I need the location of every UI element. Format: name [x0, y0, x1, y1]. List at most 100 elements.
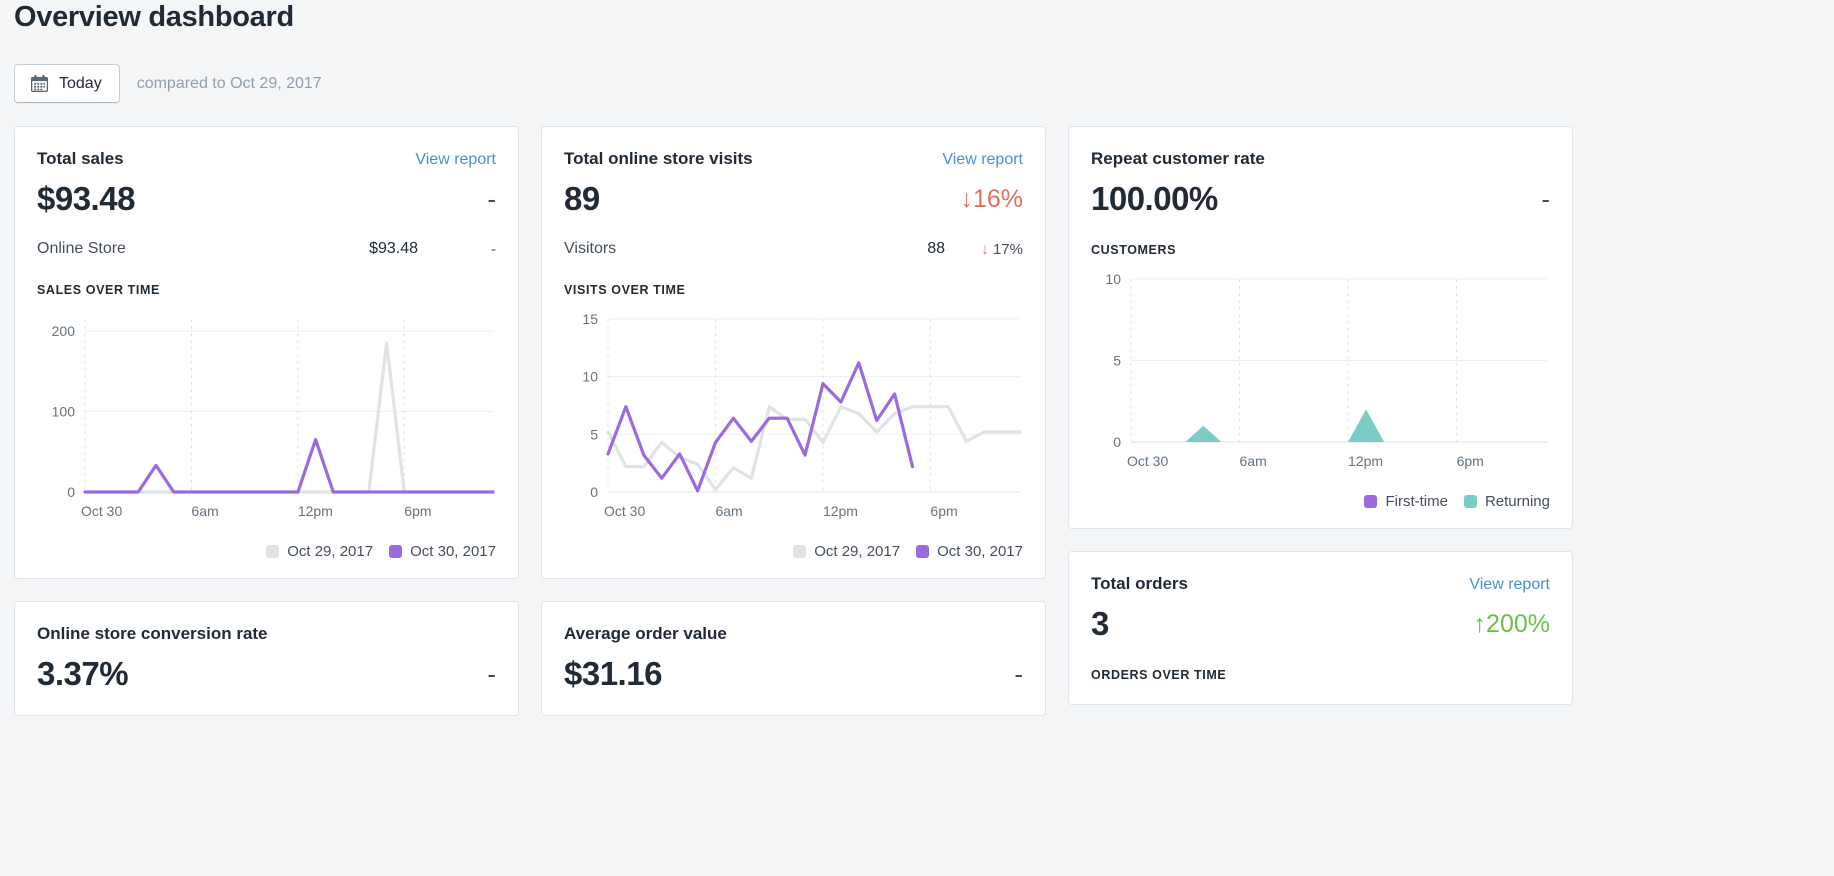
metric-value: 3.37%: [37, 655, 129, 692]
view-report-link[interactable]: View report: [1469, 576, 1550, 594]
card-header: Repeat customer rate: [1091, 149, 1550, 169]
metric-row: 89 ↓16%: [564, 180, 1023, 218]
breakdown-delta: -: [491, 240, 496, 258]
svg-text:12pm: 12pm: [298, 503, 333, 519]
svg-text:5: 5: [1113, 353, 1121, 369]
compared-to-text: compared to Oct 29, 2017: [136, 74, 322, 92]
svg-text:0: 0: [67, 484, 75, 500]
metric-delta: -: [487, 659, 496, 689]
legend-swatch-current: [916, 545, 930, 558]
legend-swatch-current: [389, 545, 403, 558]
svg-text:6am: 6am: [715, 503, 742, 519]
legend-item: First-time: [1364, 493, 1448, 510]
svg-text:6pm: 6pm: [930, 503, 957, 519]
legend-item: Oct 30, 2017: [916, 543, 1023, 560]
sales-over-time-chart: 0 100 200 Oct 30 6am 12pm 6pm: [37, 311, 496, 526]
svg-text:5: 5: [590, 426, 598, 442]
card-total-visits: Total online store visits View report 89…: [541, 126, 1046, 579]
card-header: Total orders View report: [1091, 574, 1550, 594]
card-title: Online store conversion rate: [37, 624, 268, 643]
metric-value: 89: [564, 180, 600, 217]
date-range-label: Today: [59, 74, 102, 92]
svg-text:12pm: 12pm: [823, 503, 858, 519]
legend-label: Oct 29, 2017: [814, 543, 901, 560]
legend-swatch-first-time: [1364, 495, 1378, 508]
metric-delta: ↑200%: [1473, 610, 1550, 638]
column-right: Repeat customer rate 100.00% - CUSTOMERS…: [1068, 126, 1573, 705]
breakdown-delta-value: 17%: [992, 240, 1023, 258]
column-left: Total sales View report $93.48 - Online …: [14, 126, 519, 716]
date-range-row: Today compared to Oct 29, 2017: [14, 64, 1820, 103]
metric-delta: -: [1541, 184, 1550, 214]
date-range-button[interactable]: Today: [14, 64, 120, 103]
view-report-link[interactable]: View report: [942, 151, 1023, 169]
breakdown-value: 88: [927, 240, 945, 257]
svg-text:100: 100: [52, 404, 76, 420]
breakdown-row: Visitors 88 ↓ 17%: [564, 240, 1023, 258]
legend-label: First-time: [1385, 493, 1448, 510]
breakdown-row: Online Store $93.48 -: [37, 240, 496, 258]
breakdown-label: Online Store: [37, 240, 126, 257]
card-header: Average order value: [564, 624, 1023, 644]
svg-text:Oct 30: Oct 30: [81, 503, 122, 519]
legend-label: Oct 30, 2017: [937, 543, 1023, 560]
breakdown-label: Visitors: [564, 240, 617, 257]
column-middle: Total online store visits View report 89…: [541, 126, 1046, 716]
breakdown-value: $93.48: [369, 240, 418, 257]
legend-item: Returning: [1463, 493, 1550, 510]
legend-swatch-previous: [266, 545, 280, 558]
customers-chart: 0 5 10 Oct 30 6am 12pm 6pm: [1091, 271, 1550, 476]
visits-over-time-chart: 0 5 10 15 Oct 30 6am 12pm 6pm: [564, 311, 1023, 526]
card-conversion-rate: Online store conversion rate 3.37% -: [14, 601, 519, 716]
card-title: Average order value: [564, 624, 727, 643]
chart-caption: ORDERS OVER TIME: [1091, 668, 1227, 682]
legend-label: Oct 30, 2017: [410, 543, 496, 560]
chart-caption: VISITS OVER TIME: [564, 283, 686, 297]
metric-row: $93.48 -: [37, 180, 496, 218]
page-title: Overview dashboard: [14, 1, 294, 33]
svg-text:10: 10: [582, 369, 598, 385]
dashboard-page: Overview dashboard Today compared to Oct…: [0, 0, 1834, 876]
card-repeat-customer-rate: Repeat customer rate 100.00% - CUSTOMERS…: [1068, 126, 1573, 529]
calendar-icon: [30, 74, 49, 93]
chart-legend: First-time Returning: [1091, 493, 1550, 510]
chart-caption: CUSTOMERS: [1091, 243, 1177, 257]
legend-label: Returning: [1484, 493, 1550, 510]
svg-text:6am: 6am: [1240, 453, 1267, 469]
svg-text:15: 15: [582, 311, 598, 327]
down-arrow-icon: ↓: [981, 240, 989, 258]
metric-delta: -: [1014, 659, 1023, 689]
svg-text:6pm: 6pm: [404, 503, 431, 519]
card-total-orders: Total orders View report 3 ↑200% ORDERS …: [1068, 551, 1573, 705]
cards-grid: Total sales View report $93.48 - Online …: [14, 126, 1820, 716]
svg-text:0: 0: [1113, 434, 1121, 450]
svg-text:6am: 6am: [191, 503, 218, 519]
metric-row: 3 ↑200%: [1091, 605, 1550, 643]
breakdown-delta: ↓ 17%: [945, 241, 1023, 258]
svg-text:6pm: 6pm: [1457, 453, 1484, 469]
chart-caption: SALES OVER TIME: [37, 283, 160, 297]
metric-value: 100.00%: [1091, 180, 1218, 217]
card-average-order-value: Average order value $31.16 -: [541, 601, 1046, 716]
legend-swatch-returning: [1463, 495, 1477, 508]
svg-text:10: 10: [1105, 271, 1121, 287]
metric-value: $31.16: [564, 655, 662, 692]
legend-label: Oct 29, 2017: [287, 543, 374, 560]
legend-swatch-previous: [793, 545, 807, 558]
svg-text:Oct 30: Oct 30: [604, 503, 645, 519]
metric-row: 100.00% -: [1091, 180, 1550, 218]
svg-text:200: 200: [52, 323, 76, 339]
card-header: Online store conversion rate: [37, 624, 496, 644]
card-title: Total sales: [37, 149, 124, 168]
legend-item: Oct 29, 2017: [793, 543, 900, 560]
metric-row: $31.16 -: [564, 655, 1023, 693]
card-title: Repeat customer rate: [1091, 149, 1265, 168]
chart-legend: Oct 29, 2017 Oct 30, 2017: [37, 543, 496, 560]
metric-delta: ↓16%: [960, 185, 1023, 213]
card-title: Total online store visits: [564, 149, 753, 168]
view-report-link[interactable]: View report: [415, 151, 496, 169]
card-header: Total sales View report: [37, 149, 496, 169]
metric-delta: -: [487, 184, 496, 214]
svg-text:Oct 30: Oct 30: [1127, 453, 1168, 469]
svg-text:12pm: 12pm: [1348, 453, 1383, 469]
